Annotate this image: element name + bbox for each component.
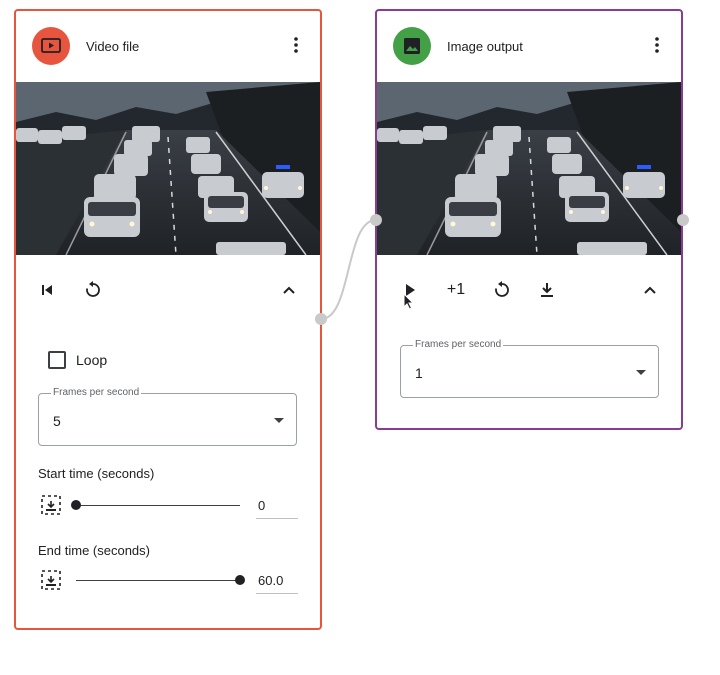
fps-select[interactable]: Frames per second 5 [38,387,297,446]
fps-select[interactable]: Frames per second 1 [400,339,659,398]
start-time-slider-thumb[interactable] [71,500,81,510]
end-time-label: End time (seconds) [38,543,150,558]
start-time-input[interactable]: 0 [256,498,298,519]
node-title: Video file [86,39,140,54]
set-current-time-icon[interactable] [40,569,62,591]
restart-icon[interactable] [82,279,104,301]
image-output-node[interactable]: Image output +1 Frames per second 1 [375,9,683,430]
start-time-label: Start time (seconds) [38,466,155,481]
skip-to-start-icon[interactable] [36,279,58,301]
collapse-icon[interactable] [278,279,300,301]
output-port[interactable] [315,313,327,325]
restart-icon[interactable] [491,279,513,301]
node-header: Video file [16,11,320,81]
video-file-icon [32,27,70,65]
end-time-slider-track[interactable] [76,580,240,581]
dropdown-arrow-icon [636,370,646,375]
set-current-time-icon[interactable] [40,494,62,516]
end-time-input[interactable]: 60.0 [256,573,298,594]
collapse-icon[interactable] [639,279,661,301]
start-time-slider-track[interactable] [76,505,240,506]
end-time-slider-thumb[interactable] [235,575,245,585]
output-port[interactable] [677,214,689,226]
mouse-cursor-icon [403,292,415,311]
image-icon [393,27,431,65]
node-title: Image output [447,39,523,54]
dropdown-arrow-icon [274,418,284,423]
fps-value: 5 [53,413,61,429]
image-preview [377,82,681,255]
node-header: Image output [377,11,681,81]
fps-value: 1 [415,365,423,381]
video-preview [16,82,320,255]
download-icon[interactable] [536,279,558,301]
fps-label: Frames per second [51,387,142,398]
more-options-icon[interactable] [647,31,667,59]
video-file-node[interactable]: Video file Loop Frames per second 5 Star… [14,9,322,630]
fps-label: Frames per second [413,339,504,350]
step-forward-button[interactable]: +1 [443,279,469,301]
more-options-icon[interactable] [286,31,306,59]
loop-checkbox[interactable] [48,351,66,369]
input-port[interactable] [370,214,382,226]
loop-label: Loop [76,352,108,368]
